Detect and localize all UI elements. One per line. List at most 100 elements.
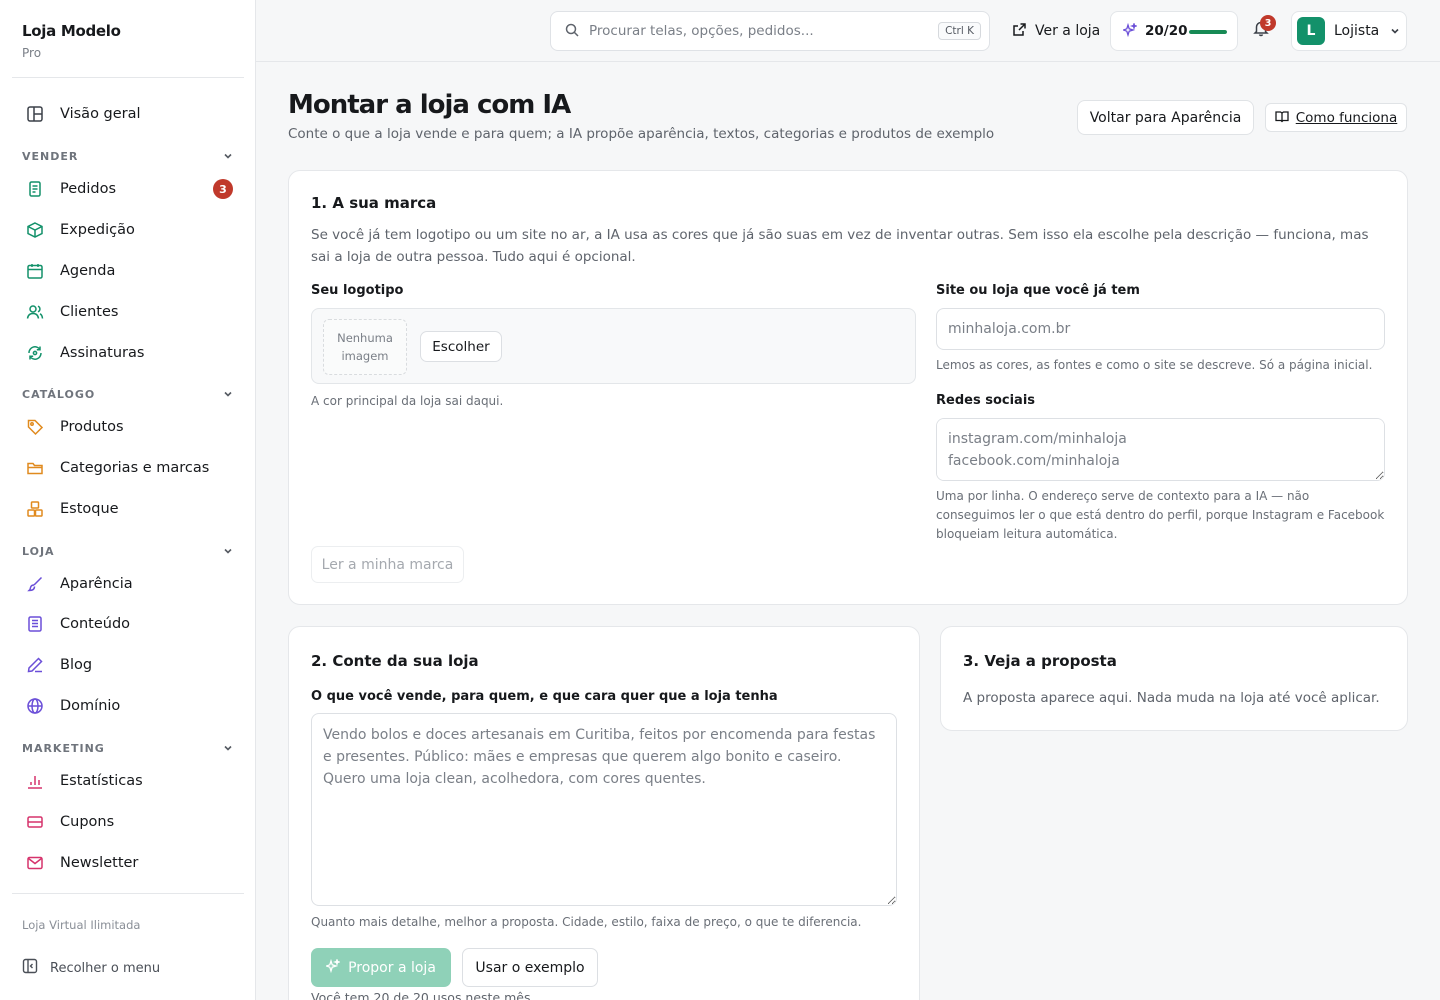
logo-preview-empty: Nenhuma imagem xyxy=(323,319,407,375)
store-card-title: 2. Conte da sua loja xyxy=(311,652,479,670)
search-box[interactable]: Ctrl K xyxy=(550,11,990,51)
propose-store-button[interactable]: Propor a loja xyxy=(311,948,451,987)
sidebar-section-loja[interactable]: LOJA xyxy=(22,543,234,559)
sparkle-icon xyxy=(324,957,342,977)
sidebar-section-marketing[interactable]: MARKETING xyxy=(22,740,234,756)
sidebar-item-estoque[interactable]: Estoque xyxy=(12,491,244,527)
section-label: MARKETING xyxy=(22,741,105,755)
sidebar-section-catalogo[interactable]: CATÁLOGO xyxy=(22,386,234,402)
brand[interactable]: Loja Modelo Pro xyxy=(22,22,121,60)
logo-hint: A cor principal da loja sai daqui. xyxy=(311,394,504,408)
sidebar-item-produtos[interactable]: Produtos xyxy=(12,409,244,445)
logo-upload-area[interactable]: Nenhuma imagem Escolher xyxy=(311,308,916,384)
sidebar-item-blog[interactable]: Blog xyxy=(12,647,244,683)
view-store-label: Ver a loja xyxy=(1035,23,1101,39)
sidebar-item-dominio[interactable]: Domínio xyxy=(12,688,244,724)
sidebar-item-newsletter[interactable]: Newsletter xyxy=(12,845,244,881)
sidebar-item-categorias[interactable]: Categorias e marcas xyxy=(12,450,244,486)
avatar: L xyxy=(1297,17,1325,45)
layout-icon xyxy=(24,103,46,125)
sidebar-item-label: Cupons xyxy=(60,814,115,830)
receipt-icon xyxy=(24,178,46,200)
chevron-down-icon xyxy=(222,542,234,561)
ai-usage-fill xyxy=(1189,30,1227,34)
collapse-menu-label: Recolher o menu xyxy=(50,960,161,976)
sidebar-item-estatisticas[interactable]: Estatísticas xyxy=(12,763,244,799)
sidebar-section-vender[interactable]: VENDER xyxy=(22,148,234,164)
section-label: CATÁLOGO xyxy=(22,387,96,401)
plan-label: Loja Virtual Ilimitada xyxy=(22,918,141,932)
site-url-input[interactable] xyxy=(936,308,1385,350)
chevron-down-icon xyxy=(1389,22,1401,41)
sidebar-divider xyxy=(12,893,244,894)
mail-icon xyxy=(24,852,46,874)
sidebar-item-conteudo[interactable]: Conteúdo xyxy=(12,606,244,642)
propose-store-label: Propor a loja xyxy=(348,959,436,976)
notifications-badge: 3 xyxy=(1260,15,1276,31)
chevron-down-icon xyxy=(222,739,234,758)
social-hint: Uma por linha. O endereço serve de conte… xyxy=(936,489,1385,541)
sidebar-item-cupons[interactable]: Cupons xyxy=(12,804,244,840)
sparkle-icon xyxy=(1121,21,1139,41)
sidebar-divider xyxy=(12,77,244,78)
refresh-icon xyxy=(24,342,46,364)
top-bar: Ctrl K Ver a loja 20/20 3 L Lojista xyxy=(256,0,1440,62)
sidebar-item-label: Estatísticas xyxy=(60,773,143,789)
sidebar-item-label: Blog xyxy=(60,657,93,673)
sidebar-item-expedicao[interactable]: Expedição xyxy=(12,212,244,248)
box-icon xyxy=(24,219,46,241)
users-icon xyxy=(24,301,46,323)
how-it-works-button[interactable]: Como funciona xyxy=(1265,103,1407,132)
read-brand-button[interactable]: Ler a minha marca xyxy=(311,546,464,583)
social-label: Redes sociais xyxy=(936,393,1036,408)
ai-usage-count: 20/20 xyxy=(1145,23,1188,39)
brand-plan: Pro xyxy=(22,46,42,60)
sidebar-item-label: Expedição xyxy=(60,222,135,238)
section-label: VENDER xyxy=(22,149,79,163)
sidebar-item-label: Domínio xyxy=(60,698,121,714)
proposal-card-text: A proposta aparece aqui. Nada muda na lo… xyxy=(963,690,1380,706)
pen-icon xyxy=(24,654,46,676)
tag-icon xyxy=(24,416,46,438)
search-icon xyxy=(565,22,579,41)
bar-chart-icon xyxy=(24,770,46,792)
collapse-menu-button[interactable]: Recolher o menu xyxy=(22,958,160,978)
sidebar-collapse-icon xyxy=(22,958,38,978)
social-links-textarea[interactable] xyxy=(936,418,1385,481)
store-hint: Quanto mais detalhe, melhor a proposta. … xyxy=(311,915,862,929)
account-menu[interactable]: L Lojista xyxy=(1291,11,1407,51)
site-label: Site ou loja que você já tem xyxy=(936,283,1140,298)
folder-icon xyxy=(24,457,46,479)
chevron-down-icon xyxy=(222,385,234,404)
sidebar-item-label: Aparência xyxy=(60,576,133,592)
globe-icon xyxy=(24,695,46,717)
choose-logo-button[interactable]: Escolher xyxy=(420,331,502,362)
sidebar-item-clientes[interactable]: Clientes xyxy=(12,294,244,330)
chevron-down-icon xyxy=(222,147,234,166)
sidebar-item-aparencia[interactable]: Aparência xyxy=(12,566,244,602)
account-name: Lojista xyxy=(1334,23,1380,39)
proposal-card-title: 3. Veja a proposta xyxy=(963,652,1117,670)
proposal-card xyxy=(940,626,1408,731)
sidebar-item-pedidos[interactable]: Pedidos 3 xyxy=(12,171,244,207)
sidebar-item-agenda[interactable]: Agenda xyxy=(12,253,244,289)
store-description-textarea[interactable] xyxy=(311,713,897,906)
ai-usage-meter[interactable]: 20/20 xyxy=(1110,11,1238,51)
page-title: Montar a loja com IA xyxy=(288,90,571,120)
view-store-link[interactable]: Ver a loja xyxy=(1012,11,1100,51)
back-to-appearance-button[interactable]: Voltar para Aparência xyxy=(1077,100,1254,135)
page-subtitle: Conte o que a loja vende e para quem; a … xyxy=(288,126,995,142)
sidebar-item-label: Produtos xyxy=(60,419,124,435)
sidebar-item-label: Estoque xyxy=(60,501,119,517)
book-icon xyxy=(1275,108,1289,127)
orders-count-badge: 3 xyxy=(213,179,233,199)
sidebar-item-label: Conteúdo xyxy=(60,616,131,632)
sidebar-item-assinaturas[interactable]: Assinaturas xyxy=(12,335,244,371)
use-example-button[interactable]: Usar o exemplo xyxy=(462,948,598,987)
search-input[interactable] xyxy=(589,23,939,39)
sidebar-item-overview[interactable]: Visão geral xyxy=(12,96,244,132)
brand-name: Loja Modelo xyxy=(22,22,121,40)
ai-usage-bar xyxy=(1189,30,1227,34)
boxes-icon xyxy=(24,498,46,520)
sidebar: Loja Modelo Pro Visão geral VENDER Pedid… xyxy=(0,0,256,1000)
